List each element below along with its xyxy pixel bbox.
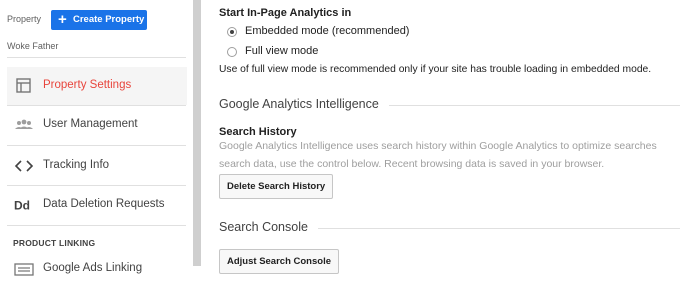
intelligence-section-title: Google Analytics Intelligence [219, 97, 389, 111]
radio-button[interactable] [227, 47, 237, 57]
plus-icon: + [58, 11, 67, 28]
inpage-analytics-heading: Start In-Page Analytics in [219, 7, 352, 19]
property-label: Property [7, 14, 42, 24]
product-linking-heading: PRODUCT LINKING [13, 238, 96, 248]
users-icon [14, 117, 34, 133]
create-property-button[interactable]: + Create Property [51, 10, 147, 30]
search-history-heading: Search History [219, 126, 297, 138]
radio-full-view-mode[interactable]: Full view mode [227, 45, 447, 61]
radio-embedded-mode[interactable]: Embedded mode (recommended) [227, 25, 447, 41]
sidebar-item-data-deletion[interactable]: Dd Data Deletion Requests [7, 186, 187, 224]
delete-search-history-button[interactable]: Delete Search History [219, 174, 334, 199]
dd-icon: Dd [14, 197, 34, 213]
property-settings-panel: Start In-Page Analytics in Embedded mode… [219, 0, 680, 289]
sidebar-item-property-settings[interactable]: Property Settings [7, 67, 187, 105]
radio-button[interactable] [227, 27, 237, 37]
search-history-desc-line2: search data, use the control below. Rece… [219, 158, 605, 170]
sidebar-item-label: Google Ads Linking [43, 262, 143, 274]
property-header: Property + Create Property [0, 9, 189, 31]
admin-sidebar: Property + Create Property Woke Father P… [0, 0, 189, 289]
sidebar-item-label: Data Deletion Requests [43, 198, 165, 210]
search-history-desc-line1: Google Analytics Intelligence uses searc… [219, 140, 657, 152]
google-ads-icon [14, 261, 34, 277]
full-view-note: Use of full view mode is recommended onl… [219, 64, 652, 75]
radio-label: Embedded mode (recommended) [245, 25, 410, 37]
property-settings-icon [14, 78, 34, 94]
sidebar-scrollbar[interactable] [193, 0, 201, 266]
sidebar-item-google-ads-linking[interactable]: Google Ads Linking [7, 250, 187, 288]
property-name[interactable]: Woke Father [7, 41, 58, 51]
divider [7, 145, 186, 146]
search-console-section-title: Search Console [219, 220, 318, 234]
sidebar-item-user-management[interactable]: User Management [7, 106, 187, 144]
sidebar-item-tracking-info[interactable]: Tracking Info [7, 147, 187, 185]
adjust-search-console-button[interactable]: Adjust Search Console [219, 249, 339, 274]
sidebar-item-label: User Management [43, 118, 138, 130]
code-icon [14, 158, 34, 174]
divider [7, 57, 186, 58]
divider [7, 225, 186, 226]
sidebar-item-label: Tracking Info [43, 159, 110, 171]
create-property-label: Create Property [73, 14, 145, 25]
svg-text:Dd: Dd [14, 199, 30, 213]
radio-label: Full view mode [245, 45, 319, 57]
sidebar-item-label: Property Settings [43, 79, 132, 91]
